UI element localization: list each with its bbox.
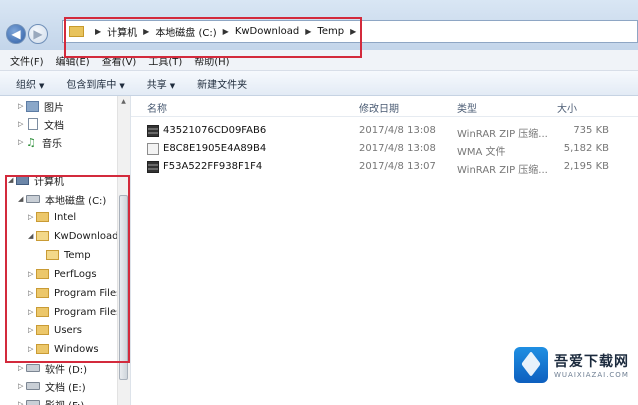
pictures-icon (26, 100, 39, 112)
chevron-down-icon: ▼ (119, 81, 125, 90)
chevron-down-icon: ▼ (39, 81, 45, 90)
watermark-title: 吾爱下载网 (554, 354, 629, 370)
drive-icon (26, 400, 40, 405)
file-size: 2,195 KB (563, 161, 609, 172)
menu-file[interactable]: 文件(F) (10, 53, 44, 68)
audio-file-icon (147, 143, 159, 155)
column-header-modified[interactable]: 修改日期 (359, 100, 399, 115)
tree-label: 文档 (E:) (45, 382, 86, 394)
column-header-name[interactable]: 名称 (147, 100, 167, 115)
expand-arrow-icon[interactable]: ▷ (18, 102, 26, 110)
archive-icon (147, 125, 159, 137)
scroll-up-arrow-icon[interactable]: ▲ (119, 98, 128, 108)
tree-item-music[interactable]: ▷ ♫ 音乐 (18, 134, 62, 150)
file-size: 5,182 KB (563, 143, 609, 154)
watermark-subtitle: WUAIXIAZAI.COM (554, 371, 629, 379)
expand-arrow-icon[interactable]: ▷ (18, 400, 26, 405)
include-in-library-button[interactable]: 包含到库中 ▼ (66, 76, 124, 91)
file-name: F53A522FF938F1F4 (163, 161, 263, 172)
tree-label: 音乐 (42, 138, 62, 150)
arrow-left-icon: ◀ (11, 27, 21, 41)
file-row[interactable]: F53A522FF938F1F4 2017/4/8 13:07 WinRAR Z… (131, 159, 638, 176)
share-button[interactable]: 共享 ▼ (147, 76, 175, 91)
expand-arrow-icon[interactable]: ▷ (18, 120, 26, 128)
tree-item-drive-e[interactable]: ▷ 文档 (E:) (18, 378, 86, 394)
file-size: 735 KB (573, 125, 609, 136)
watermark-text: 吾爱下载网 WUAIXIAZAI.COM (554, 351, 629, 379)
header-divider (131, 116, 638, 117)
file-row[interactable]: 43521076CD09FAB6 2017/4/8 13:08 WinRAR Z… (131, 123, 638, 140)
share-label: 共享 (146, 79, 167, 91)
watermark: 吾爱下载网 WUAIXIAZAI.COM (514, 344, 634, 386)
archive-icon (147, 161, 159, 173)
column-header-type[interactable]: 类型 (457, 100, 477, 115)
tree-label: 图片 (44, 102, 64, 114)
forward-button[interactable]: ▶ (28, 24, 48, 44)
arrow-right-icon: ▶ (33, 27, 43, 41)
expand-arrow-icon[interactable]: ▷ (18, 364, 26, 372)
expand-arrow-icon[interactable]: ▷ (18, 382, 26, 390)
drive-icon (26, 382, 40, 390)
file-type: WinRAR ZIP 压缩... (457, 129, 548, 140)
tree-item-pictures[interactable]: ▷ 图片 (18, 98, 64, 114)
highlight-box-tree (5, 175, 130, 363)
include-library-label: 包含到库中 (66, 79, 117, 91)
file-name: E8C8E1905E4A89B4 (163, 143, 267, 154)
tree-item-drive-f[interactable]: ▷ 影视 (F:) (18, 396, 84, 405)
tree-label: 文档 (44, 120, 64, 132)
site-logo-icon (514, 347, 548, 383)
file-name: 43521076CD09FAB6 (163, 125, 267, 136)
back-button[interactable]: ◀ (6, 24, 26, 44)
new-folder-button[interactable]: 新建文件夹 (197, 76, 247, 91)
organize-label: 组织 (16, 79, 36, 91)
file-modified: 2017/4/8 13:08 (359, 143, 436, 154)
file-row[interactable]: E8C8E1905E4A89B4 2017/4/8 13:08 WMA 文件 5… (131, 141, 638, 158)
tree-item-documents[interactable]: ▷ 文档 (18, 116, 64, 132)
tree-label: 影视 (F:) (45, 397, 84, 405)
column-header-size[interactable]: 大小 (557, 100, 577, 115)
music-icon: ♫ (26, 135, 36, 149)
highlight-box-address (64, 17, 362, 58)
document-icon (28, 118, 38, 130)
file-modified: 2017/4/8 13:07 (359, 161, 436, 172)
drive-icon (26, 364, 40, 372)
expand-arrow-icon[interactable]: ▷ (18, 138, 26, 146)
file-modified: 2017/4/8 13:08 (359, 125, 436, 136)
file-type: WinRAR ZIP 压缩... (457, 165, 548, 176)
chevron-down-icon: ▼ (169, 81, 176, 90)
organize-button[interactable]: 组织 ▼ (16, 76, 44, 91)
command-toolbar: 组织 ▼ 包含到库中 ▼ 共享 ▼ 新建文件夹 (0, 71, 638, 96)
file-type: WMA 文件 (457, 147, 506, 158)
